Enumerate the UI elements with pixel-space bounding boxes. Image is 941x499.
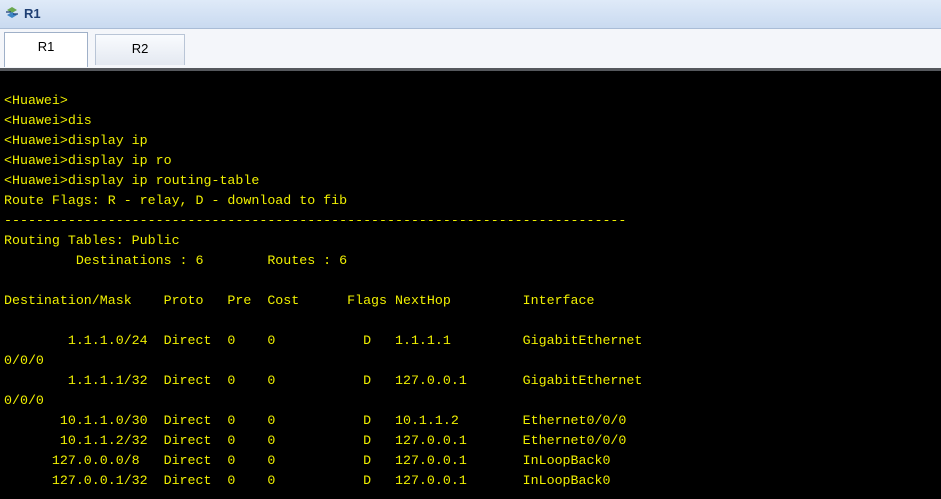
terminal-console[interactable]: <Huawei> <Huawei>dis <Huawei>display ip <Hu… — [0, 71, 941, 499]
terminal-line: Destination/Mask Proto Pre Cost Flags Ne… — [4, 293, 595, 308]
terminal-line: <Huawei> — [4, 93, 68, 108]
tab-bar: R1 R2 — [0, 29, 941, 69]
window-title: R1 — [24, 6, 41, 21]
terminal-line: Destinations : 6 Routes : 6 — [4, 253, 348, 268]
terminal-line: 1.1.1.0/24 Direct 0 0 D 1.1.1.1 GigabitE… — [4, 333, 643, 348]
terminal-line: <Huawei>display ip — [4, 133, 148, 148]
tab-r1[interactable]: R1 — [4, 32, 88, 67]
tab-r1-label: R1 — [37, 39, 55, 54]
terminal-line: Routing Tables: Public — [4, 233, 180, 248]
terminal-window: R1 R1 R2 <Huawei> <Huawei>dis <Huawei>disp… — [0, 0, 941, 499]
terminal-line: Route Flags: R - relay, D - download to … — [4, 193, 348, 208]
terminal-line: <Huawei>display ip ro — [4, 153, 172, 168]
terminal-line: <Huawei>dis — [4, 113, 92, 128]
title-bar: R1 — [0, 0, 941, 29]
terminal-line: 0/0/0 — [4, 353, 44, 368]
tab-r2[interactable]: R2 — [95, 34, 185, 65]
terminal-line: 127.0.0.0/8 Direct 0 0 D 127.0.0.1 InLoo… — [4, 453, 611, 468]
terminal-line: 127.0.0.1/32 Direct 0 0 D 127.0.0.1 InLo… — [4, 473, 611, 488]
terminal-line: 1.1.1.1/32 Direct 0 0 D 127.0.0.1 Gigabi… — [4, 373, 643, 388]
terminal-line: <Huawei>display ip routing-table — [4, 173, 260, 188]
tab-r2-label: R2 — [131, 41, 149, 56]
terminal-line: 10.1.1.2/32 Direct 0 0 D 127.0.0.1 Ether… — [4, 433, 627, 448]
terminal-line: 10.1.1.0/30 Direct 0 0 D 10.1.1.2 Ethern… — [4, 413, 627, 428]
router-app-icon — [4, 5, 20, 21]
terminal-output: <Huawei> <Huawei>dis <Huawei>display ip <Hu… — [4, 71, 642, 491]
terminal-line: 0/0/0 — [4, 393, 44, 408]
terminal-line: ----------------------------------------… — [4, 213, 627, 228]
